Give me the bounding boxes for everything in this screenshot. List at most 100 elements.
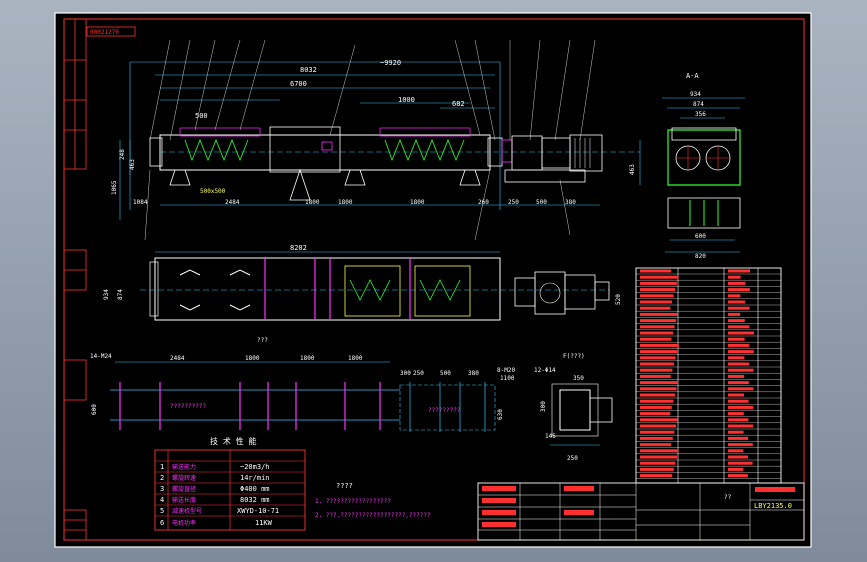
parts-row-spec bbox=[728, 399, 749, 403]
parts-row-spec bbox=[728, 350, 754, 354]
fdim-1800-a: 1800 bbox=[245, 355, 260, 362]
row3-value: Φ400 mm bbox=[240, 485, 270, 493]
dim-1800-b: 1800 bbox=[338, 199, 353, 206]
parts-row-text bbox=[640, 368, 673, 372]
parts-row-text bbox=[640, 399, 674, 403]
row4-value: 8032 mm bbox=[240, 496, 270, 504]
parts-row-spec bbox=[728, 288, 750, 292]
parts-row-spec bbox=[728, 281, 746, 285]
parts-row-spec bbox=[728, 331, 754, 335]
dim-2484: 2484 bbox=[225, 199, 240, 206]
section-dim-934: 934 bbox=[690, 91, 701, 98]
plan-dim-934: 934 bbox=[103, 289, 110, 300]
row6-value: 11KW bbox=[255, 519, 273, 527]
parts-row-text bbox=[640, 331, 673, 335]
parts-row-spec bbox=[728, 312, 741, 316]
parts-row-spec bbox=[728, 436, 749, 440]
dim-380: 380 bbox=[565, 199, 576, 206]
fdim-300: 300 bbox=[400, 370, 411, 377]
fdim-1100: 1100 bbox=[500, 375, 515, 382]
notes-line-1: 1. ?????????????????? bbox=[315, 498, 391, 505]
dim-9920: ~9920 bbox=[380, 59, 401, 67]
drawing-number: LBY2135.0 bbox=[754, 502, 792, 510]
parts-row-spec bbox=[728, 387, 754, 391]
parts-row-text bbox=[640, 467, 674, 471]
parts-row-text bbox=[640, 393, 675, 397]
parts-row-spec bbox=[728, 455, 748, 459]
parts-row-text bbox=[640, 405, 672, 409]
section-dim-356: 356 bbox=[695, 111, 706, 118]
parts-row-text bbox=[640, 430, 675, 434]
parts-row-spec bbox=[728, 294, 741, 298]
parts-row-spec bbox=[728, 405, 754, 409]
dim-1084: 1084 bbox=[133, 199, 148, 206]
row5-name: 减速机型号 bbox=[172, 507, 202, 515]
fdim-1800-b: 1800 bbox=[300, 355, 315, 362]
dim-8032: 8032 bbox=[300, 66, 317, 74]
parts-row-text bbox=[640, 306, 671, 310]
row4-no: 4 bbox=[160, 496, 164, 504]
plan-caption: ??? bbox=[257, 337, 268, 344]
row3-no: 3 bbox=[160, 485, 164, 493]
bolt-label-m24: 14-M24 bbox=[90, 353, 112, 360]
parts-row-text bbox=[640, 319, 677, 323]
parts-row-spec bbox=[728, 381, 749, 385]
parts-row-text bbox=[640, 325, 675, 329]
fdim-1800-c: 1800 bbox=[348, 355, 363, 362]
parts-row-spec bbox=[728, 474, 748, 478]
parts-row-spec bbox=[728, 356, 745, 360]
row3-name: 螺旋直径 bbox=[172, 485, 196, 493]
parts-row-spec bbox=[728, 319, 745, 323]
detail-dim-350: 350 bbox=[573, 375, 584, 382]
parts-row-spec bbox=[728, 393, 744, 397]
parts-row-text bbox=[640, 356, 676, 360]
section-title: A-A bbox=[686, 72, 699, 80]
parts-row-text bbox=[640, 424, 676, 428]
parts-row-text bbox=[640, 337, 672, 341]
parts-row-text bbox=[640, 362, 674, 366]
detail-title: F(???) bbox=[563, 353, 585, 360]
row5-value: XWYD-10-71 bbox=[237, 507, 279, 515]
row2-value: 14r/min bbox=[240, 474, 270, 482]
parts-row-text bbox=[640, 374, 671, 378]
dim-1000: 1000 bbox=[398, 96, 415, 104]
vdim-463: 463 bbox=[129, 159, 136, 170]
section-dim-600: 600 bbox=[695, 233, 706, 240]
dim-682: 682 bbox=[452, 100, 465, 108]
fdim-250: 250 bbox=[413, 370, 424, 377]
row1-no: 1 bbox=[160, 463, 164, 471]
parts-row-spec bbox=[728, 300, 745, 304]
notes-heading: ???? bbox=[336, 482, 353, 490]
parts-row-text bbox=[640, 281, 677, 285]
parts-row-spec bbox=[728, 418, 749, 422]
parts-row-text bbox=[640, 288, 676, 292]
dim-500-b: 500 bbox=[536, 199, 547, 206]
parts-row-text bbox=[640, 294, 674, 298]
notes-line-2: 2. ???.??????????????????,?????? bbox=[315, 512, 431, 519]
parts-row-text bbox=[640, 387, 677, 391]
parts-row-text bbox=[640, 412, 671, 416]
parts-row-spec bbox=[728, 374, 745, 378]
vdim-463-right: 463 bbox=[629, 164, 636, 175]
parts-row-spec bbox=[728, 443, 753, 447]
parts-row-spec bbox=[728, 368, 754, 372]
parts-row-text bbox=[640, 418, 678, 422]
row2-name: 螺旋转速 bbox=[172, 474, 196, 482]
vdim-248: 248 bbox=[119, 149, 126, 160]
fdim-2484: 2484 bbox=[170, 355, 185, 362]
vdim-1065: 1065 bbox=[111, 180, 118, 195]
parts-row-text bbox=[640, 381, 679, 385]
row4-name: 输送长度 bbox=[172, 496, 196, 504]
parts-row-text bbox=[640, 474, 673, 478]
section-dim-874: 874 bbox=[693, 101, 704, 108]
row1-name: 输送能力 bbox=[172, 463, 196, 471]
parts-row-spec bbox=[728, 325, 750, 329]
parts-row-text bbox=[640, 455, 677, 459]
row5-no: 5 bbox=[160, 507, 164, 515]
dim-250: 250 bbox=[508, 199, 519, 206]
parts-row-spec bbox=[728, 461, 753, 465]
section-dim-820: 820 bbox=[695, 253, 706, 260]
dim-1800-c: 1800 bbox=[410, 199, 425, 206]
parts-row-text bbox=[640, 449, 679, 453]
title-block-sheet: ?? bbox=[724, 494, 732, 501]
